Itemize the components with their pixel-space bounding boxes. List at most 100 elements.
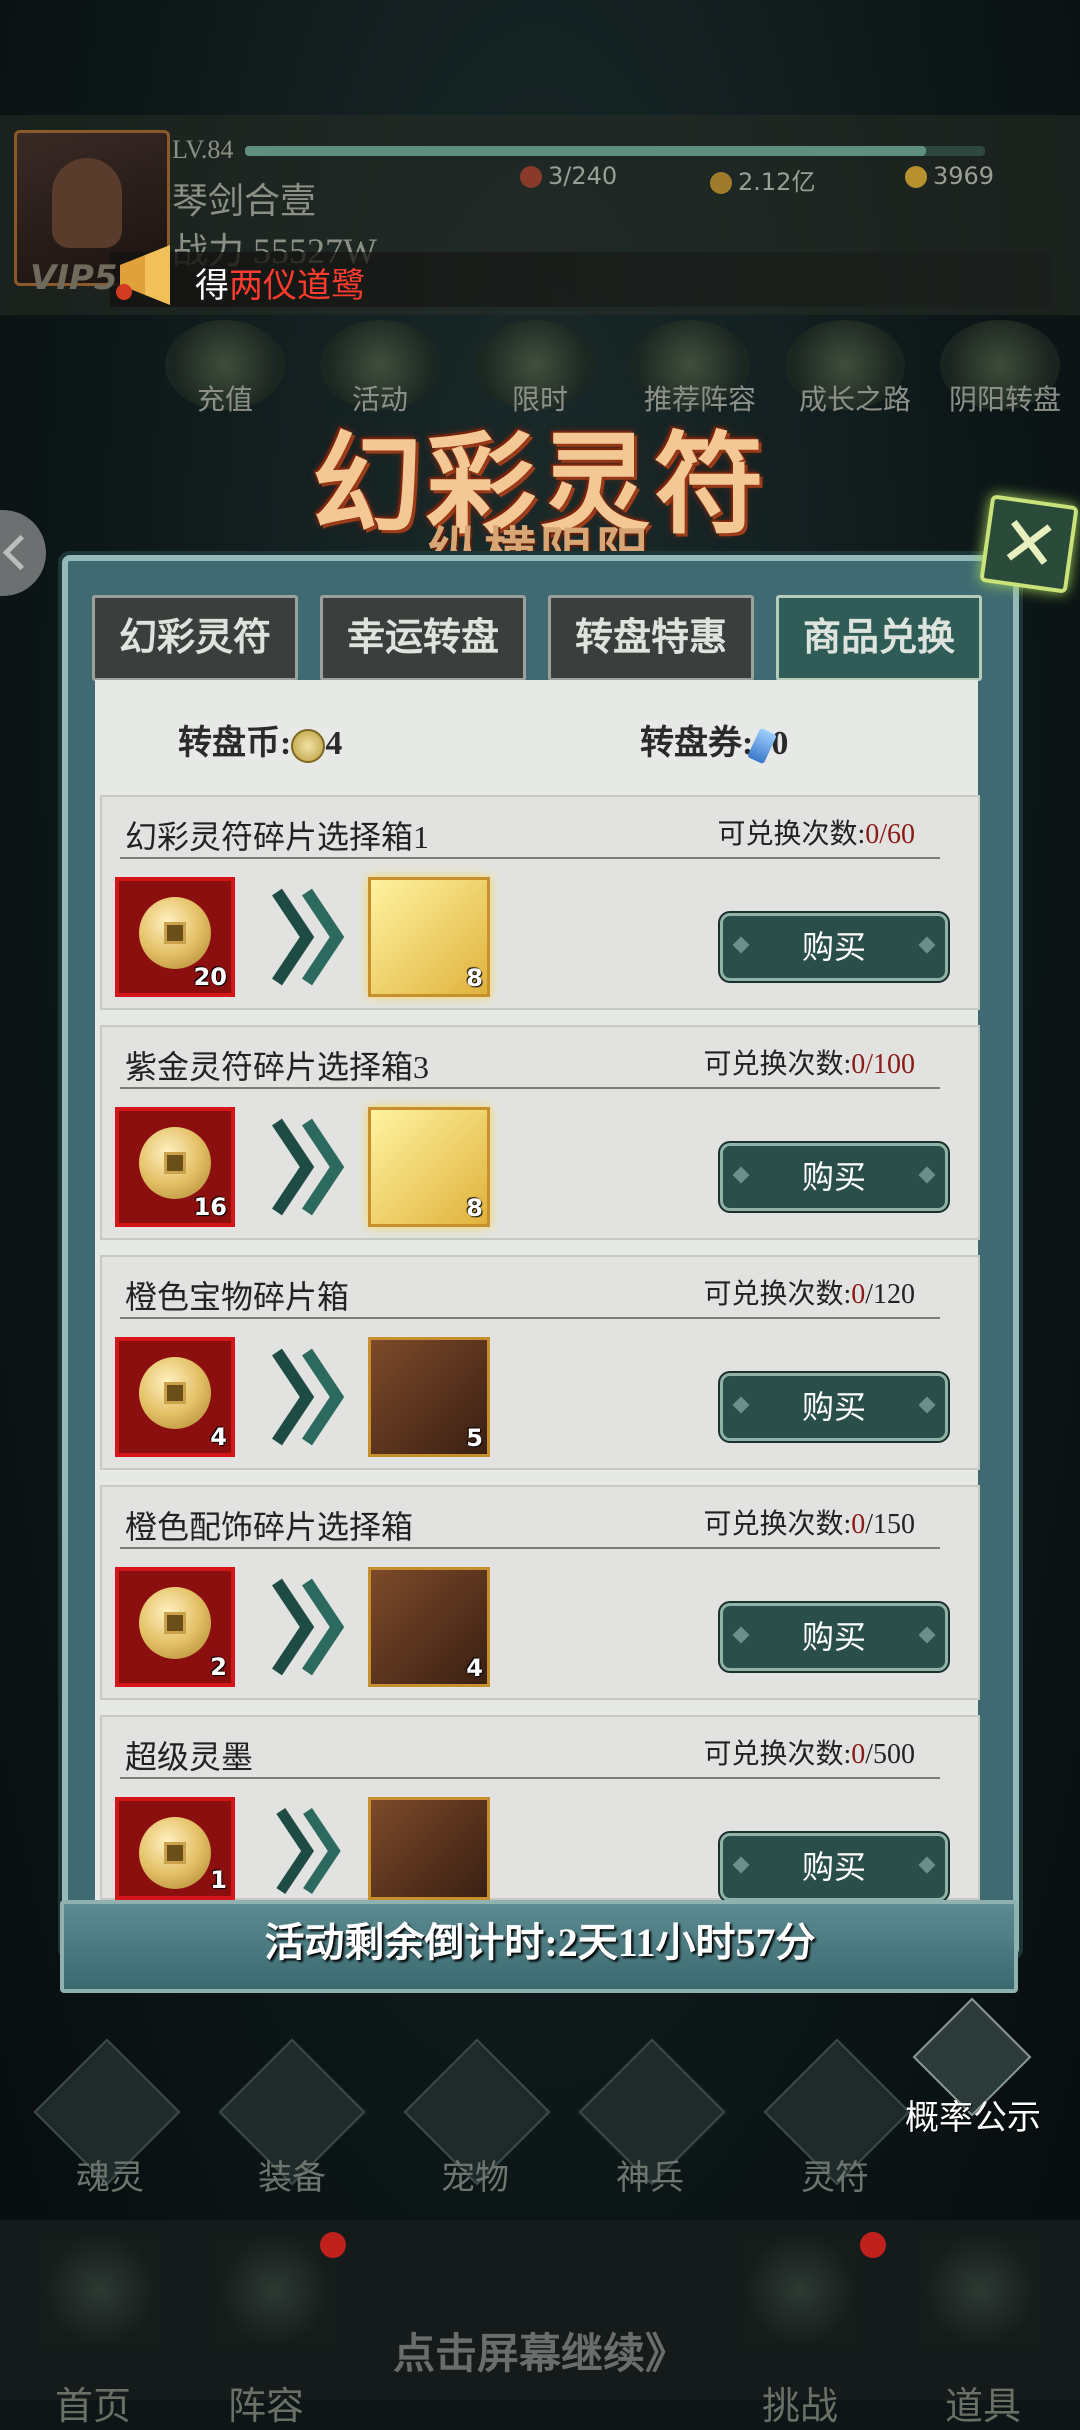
ticket-value: 0 — [771, 725, 789, 762]
divider — [120, 857, 940, 859]
divider — [120, 1547, 940, 1549]
tab-lucky-wheel[interactable]: 幸运转盘 — [320, 595, 526, 681]
wheel-coin-icon — [139, 1357, 211, 1429]
tab-label: 幻彩灵符 — [118, 617, 271, 659]
double-chevron-icon — [272, 1348, 345, 1446]
cost-quantity: 1 — [210, 1866, 227, 1894]
reward-quantity: 4 — [466, 1654, 483, 1682]
probability-button[interactable]: 概率公示 — [905, 2090, 1041, 2139]
tab-wheel-sale[interactable]: 转盘特惠 — [548, 595, 754, 681]
coin-value: 4 — [325, 725, 343, 762]
limit-label: 可兑换次数: — [703, 1739, 852, 1770]
exchange-limit: 可兑换次数:0/60 — [700, 812, 915, 852]
item-title: 紫金灵符碎片选择箱3 — [125, 1049, 430, 1085]
buy-button[interactable]: 购买 — [720, 1373, 948, 1441]
nav-talisman[interactable]: 灵符 — [765, 2150, 905, 2199]
resource-value: 3/240 — [548, 162, 618, 190]
limit-label: 可兑换次数: — [703, 1509, 852, 1540]
cost-item[interactable]: 1 — [115, 1797, 235, 1900]
divider — [120, 1777, 940, 1779]
wheel-coin-icon — [139, 1127, 211, 1199]
bottom-nav-lineup[interactable]: 阵容 — [228, 2375, 304, 2430]
limit-label: 可兑换次数: — [703, 1279, 852, 1310]
nav-soul[interactable]: 魂灵 — [40, 2150, 180, 2199]
cost-item[interactable]: 2 — [115, 1567, 235, 1687]
buy-button[interactable]: 购买 — [720, 1603, 948, 1671]
megaphone-icon — [116, 245, 170, 305]
resource-copper[interactable]: 2.12亿 — [710, 162, 815, 197]
item-title: 橙色配饰碎片选择箱 — [125, 1509, 414, 1545]
divider — [120, 1317, 940, 1319]
limit-max: /120 — [865, 1279, 915, 1310]
nav-weapon[interactable]: 神兵 — [580, 2150, 720, 2199]
limit-count: 0 — [851, 1739, 866, 1770]
reward-item[interactable] — [368, 1797, 490, 1900]
notification-dot — [860, 2232, 886, 2258]
nav-pet[interactable]: 宠物 — [405, 2150, 545, 2199]
reward-item[interactable]: 8 — [368, 1107, 490, 1227]
limit-count: 0 — [851, 1049, 866, 1080]
cost-item[interactable]: 4 — [115, 1337, 235, 1457]
tab-huancai[interactable]: 幻彩灵符 — [92, 595, 298, 681]
limit-max: /100 — [865, 1049, 915, 1080]
reward-item[interactable]: 5 — [368, 1337, 490, 1457]
limit-count: 0 — [865, 819, 880, 850]
buy-button[interactable]: 购买 — [720, 1833, 948, 1901]
buy-label: 购买 — [801, 1619, 866, 1655]
reward-item[interactable]: 4 — [368, 1567, 490, 1687]
resource-gold[interactable]: 3969 — [905, 162, 994, 190]
double-chevron-icon — [272, 1118, 345, 1216]
limit-count: 0 — [851, 1279, 866, 1310]
countdown-text: 活动剩余倒计时:2天11小时57分 — [264, 1920, 816, 1965]
nav-equipment[interactable]: 装备 — [222, 2150, 362, 2199]
cost-quantity: 4 — [210, 1423, 227, 1451]
resource-value: 3969 — [933, 162, 995, 190]
ticket-balance: 转盘券: 0 — [640, 715, 789, 765]
cost-item[interactable]: 20 — [115, 877, 235, 997]
reward-quantity: 5 — [466, 1424, 483, 1452]
exchange-limit: 可兑换次数:0/150 — [700, 1502, 915, 1542]
item-title: 超级灵墨 — [125, 1739, 254, 1775]
buy-label: 购买 — [801, 929, 866, 965]
wheel-coin-icon — [139, 1817, 211, 1889]
bottom-nav-items[interactable]: 道具 — [945, 2375, 1021, 2430]
buy-button[interactable]: 购买 — [720, 913, 948, 981]
bottom-nav-home[interactable]: 首页 — [55, 2375, 131, 2430]
cost-item[interactable]: 16 — [115, 1107, 235, 1227]
double-chevron-icon — [276, 1807, 341, 1895]
stamina-icon — [520, 166, 542, 188]
notification-dot — [320, 2232, 346, 2258]
coin-label: 转盘币: — [178, 725, 292, 762]
exp-bar — [245, 146, 985, 156]
cost-quantity: 2 — [210, 1653, 227, 1681]
close-button[interactable]: ✕ — [979, 494, 1079, 594]
tab-exchange[interactable]: 商品兑换 — [776, 595, 982, 681]
broadcast-prefix: 得 — [195, 268, 229, 305]
double-chevron-icon — [272, 888, 345, 986]
reward-quantity: 8 — [466, 964, 483, 992]
coin-balance: 转盘币: 4 — [178, 715, 342, 764]
gold-ingot-icon — [905, 166, 927, 188]
exchange-limit: 可兑换次数:0/500 — [700, 1732, 915, 1772]
tap-to-continue[interactable]: 点击屏幕继续》 — [0, 2320, 1080, 2381]
item-title: 橙色宝物碎片箱 — [125, 1279, 350, 1315]
broadcast-text: 得两仪道鹭 — [195, 258, 365, 307]
cost-quantity: 20 — [193, 963, 227, 991]
reward-quantity: 8 — [466, 1194, 483, 1222]
reward-item[interactable]: 8 — [368, 877, 490, 997]
tab-label: 转盘特惠 — [574, 617, 727, 659]
buy-label: 购买 — [801, 1849, 866, 1885]
divider — [120, 1087, 940, 1089]
tab-label: 幸运转盘 — [346, 617, 499, 659]
close-icon: ✕ — [994, 499, 1064, 589]
resource-stamina[interactable]: 3/240 — [520, 162, 617, 190]
wheel-coin-icon — [291, 729, 326, 764]
wheel-coin-icon — [139, 897, 211, 969]
resource-value: 2.12亿 — [738, 168, 816, 196]
tab-label: 商品兑换 — [802, 617, 955, 659]
ticket-label: 转盘券: — [640, 725, 754, 762]
bottom-nav-challenge[interactable]: 挑战 — [762, 2375, 838, 2430]
buy-button[interactable]: 购买 — [720, 1143, 948, 1211]
buy-label: 购买 — [801, 1159, 866, 1195]
limit-label: 可兑换次数: — [703, 1049, 852, 1080]
